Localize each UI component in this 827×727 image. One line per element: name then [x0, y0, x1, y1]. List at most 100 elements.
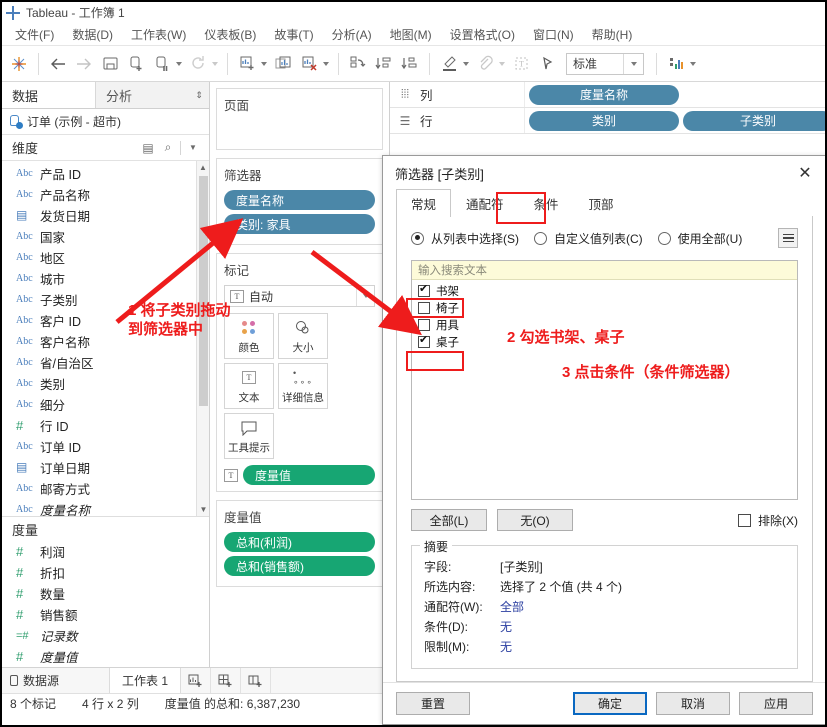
measure-field[interactable]: # 度量值 — [2, 646, 209, 667]
fit-dropdown-arrow-icon[interactable] — [623, 53, 643, 74]
pane-resize-handle-icon[interactable]: ⇕ — [189, 82, 209, 108]
refresh-icon[interactable] — [185, 51, 211, 77]
refresh-caret-icon[interactable] — [212, 61, 218, 66]
dimension-field[interactable]: Abc 订单 ID — [2, 436, 209, 457]
back-arrow-icon[interactable] — [45, 51, 71, 77]
search-input[interactable]: 输入搜索文本 — [412, 261, 797, 280]
marks-text-button[interactable]: T 文本 — [224, 363, 274, 409]
worksheet-tab-1[interactable]: 工作表 1 — [110, 668, 182, 693]
radio-custom-value-list[interactable] — [534, 231, 547, 245]
filter-item-checkbox[interactable] — [418, 283, 430, 297]
measure-field[interactable]: =# 记录数 — [2, 625, 209, 646]
new-worksheet-icon[interactable] — [234, 51, 260, 77]
data-source-row[interactable]: 订单 (示例 - 超市) — [2, 109, 209, 135]
fit-dropdown[interactable]: 标准 — [566, 52, 644, 75]
marks-type-dropdown[interactable]: T 自动 — [224, 285, 375, 307]
measure-field[interactable]: # 数量 — [2, 583, 209, 604]
marks-size-button[interactable]: 大小 — [278, 313, 328, 359]
rows-pill-category[interactable]: 类别 — [529, 110, 679, 131]
radio-select-from-list[interactable] — [411, 231, 424, 245]
sort-ascending-icon[interactable] — [371, 51, 397, 77]
tab-data[interactable]: 数据 — [2, 82, 95, 108]
rows-shelf[interactable]: ☰ 行 类别 子类别 — [390, 108, 825, 134]
dimension-field[interactable]: Abc 产品名称 — [2, 184, 209, 205]
pause-refresh-icon[interactable] — [149, 51, 175, 77]
menu-item-story[interactable]: 故事(T) — [265, 24, 322, 45]
filter-dialog[interactable]: 筛选器 [子类别] ✕ 常规 通配符 条件 顶部 从列表中选择(S) 自定义值列… — [382, 155, 825, 725]
grid-view-icon[interactable]: ▤ — [138, 141, 158, 155]
columns-drop-area[interactable]: 度量名称 — [524, 82, 825, 107]
rows-pill-subcategory[interactable]: 子类别 — [683, 110, 825, 131]
dimension-field[interactable]: Abc 度量名称 — [2, 499, 209, 516]
fix-axes-icon[interactable] — [534, 51, 560, 77]
search-icon[interactable]: ⌕ — [158, 140, 178, 155]
new-data-source-icon[interactable] — [123, 51, 149, 77]
clear-sheet-icon[interactable] — [296, 51, 322, 77]
scroll-up-icon[interactable]: ▲ — [197, 161, 209, 174]
measure-field[interactable]: # 折扣 — [2, 562, 209, 583]
save-icon[interactable] — [97, 51, 123, 77]
marks-tooltip-button[interactable]: 工具提示 — [224, 413, 274, 459]
radio-use-all[interactable] — [657, 231, 671, 245]
data-source-tab[interactable]: 数据源 — [2, 668, 110, 693]
columns-shelf[interactable]: ⦙⦙⦙ 列 度量名称 — [390, 82, 825, 108]
rows-drop-area[interactable]: 类别 子类别 — [524, 108, 825, 133]
sort-descending-icon[interactable] — [397, 51, 423, 77]
measure-value-pill-sales[interactable]: 总和(销售额) — [224, 556, 375, 576]
filter-pill-category[interactable]: 类别: 家具 — [224, 214, 375, 234]
close-icon[interactable]: ✕ — [788, 159, 822, 187]
dimension-field[interactable]: Abc 类别 — [2, 373, 209, 394]
reset-button[interactable]: 重置 — [396, 692, 470, 715]
filter-item-checkbox[interactable] — [418, 318, 430, 331]
select-all-button[interactable]: 全部(L) — [411, 509, 487, 531]
cancel-button[interactable]: 取消 — [656, 692, 730, 715]
dimension-field[interactable]: Abc 国家 — [2, 226, 209, 247]
select-none-button[interactable]: 无(O) — [497, 509, 573, 531]
menu-item-help[interactable]: 帮助(H) — [583, 24, 642, 45]
pause-refresh-caret-icon[interactable] — [176, 61, 182, 66]
show-me-icon[interactable] — [663, 51, 689, 77]
dimension-field[interactable]: Abc 城市 — [2, 268, 209, 289]
highlight-icon[interactable] — [436, 51, 462, 77]
tab-condition[interactable]: 条件 — [519, 189, 574, 217]
dimension-field[interactable]: # 行 ID — [2, 415, 209, 436]
menu-item-data[interactable]: 数据(D) — [63, 24, 122, 45]
filter-item-checkbox[interactable] — [418, 301, 430, 314]
new-dashboard-button[interactable] — [211, 668, 242, 693]
tableau-home-icon[interactable] — [6, 51, 32, 77]
dimension-field[interactable]: Abc 省/自治区 — [2, 352, 209, 373]
show-me-caret-icon[interactable] — [690, 61, 696, 66]
dimension-field[interactable]: ▤ 发货日期 — [2, 205, 209, 226]
group-caret-icon[interactable] — [499, 61, 505, 66]
marks-detail-button[interactable]: • ∘∘∘ 详细信息 — [278, 363, 328, 409]
filter-pill-measure-names[interactable]: 度量名称 — [224, 190, 375, 210]
tab-general[interactable]: 常规 — [396, 189, 452, 217]
new-worksheet-button[interactable] — [181, 668, 212, 693]
tab-wildcard[interactable]: 通配符 — [451, 189, 519, 217]
dimensions-menu-icon[interactable]: ▼ — [183, 143, 203, 152]
ok-button[interactable]: 确定 — [573, 692, 647, 715]
dimension-field[interactable]: Abc 细分 — [2, 394, 209, 415]
forward-arrow-icon[interactable] — [71, 51, 97, 77]
highlight-caret-icon[interactable] — [463, 61, 469, 66]
measure-value-pill-profit[interactable]: 总和(利润) — [224, 532, 375, 552]
marks-type-caret-icon[interactable] — [356, 286, 374, 306]
filter-item-checkbox[interactable] — [418, 334, 430, 348]
new-worksheet-caret-icon[interactable] — [261, 61, 267, 66]
menu-item-format[interactable]: 设置格式(O) — [441, 24, 524, 45]
exclude-option[interactable]: 排除(X) — [738, 512, 798, 529]
show-labels-icon[interactable]: T — [508, 51, 534, 77]
scroll-thumb[interactable] — [199, 176, 208, 406]
menu-item-analysis[interactable]: 分析(A) — [323, 24, 381, 45]
dimension-field[interactable]: Abc 产品 ID — [2, 163, 209, 184]
scroll-down-icon[interactable]: ▼ — [197, 503, 209, 516]
pages-card[interactable]: 页面 — [216, 88, 383, 150]
dimension-field[interactable]: Abc 地区 — [2, 247, 209, 268]
measure-field[interactable]: # 销售额 — [2, 604, 209, 625]
tab-analysis[interactable]: 分析 — [95, 82, 189, 108]
menu-item-window[interactable]: 窗口(N) — [524, 24, 583, 45]
swap-rows-columns-icon[interactable] — [345, 51, 371, 77]
exclude-checkbox[interactable] — [738, 513, 751, 527]
marks-color-button[interactable]: 颜色 — [224, 313, 274, 359]
apply-button[interactable]: 应用 — [739, 692, 813, 715]
